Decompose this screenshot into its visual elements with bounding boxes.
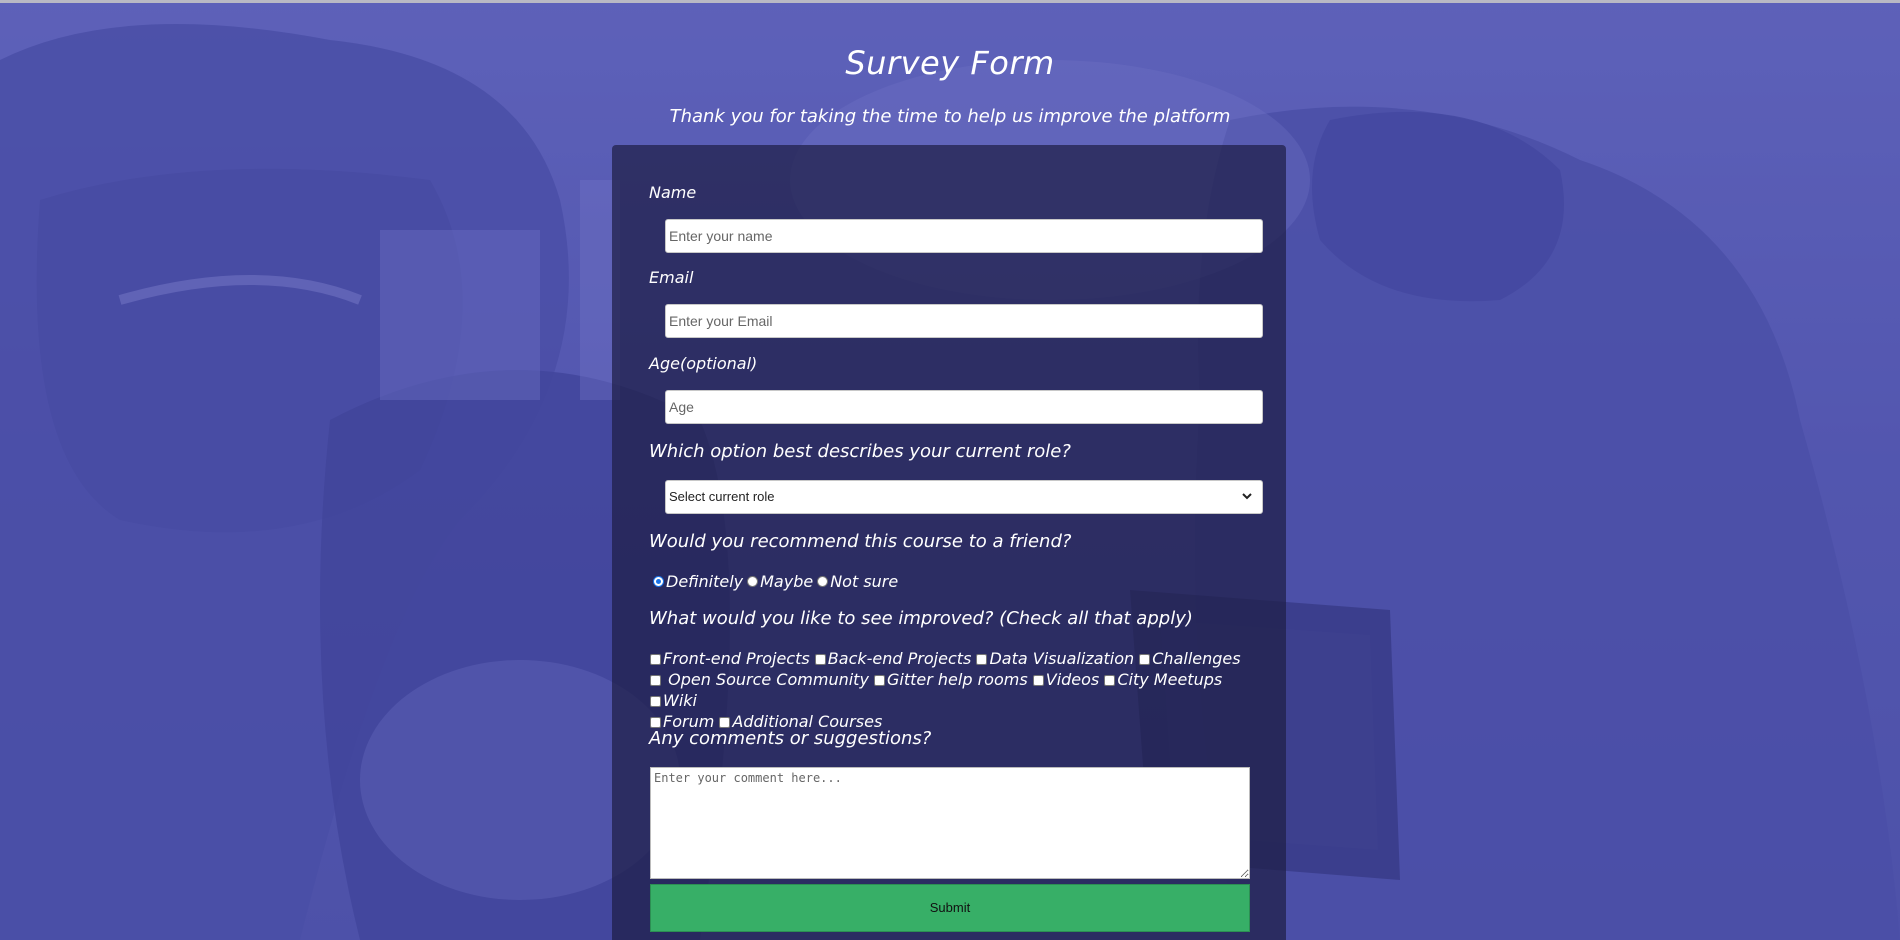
checkbox-option[interactable]: Back-end Projects bbox=[814, 649, 972, 668]
checkbox-label: Wiki bbox=[663, 691, 697, 710]
age-input[interactable] bbox=[665, 390, 1263, 424]
checkbox[interactable] bbox=[1032, 675, 1044, 686]
checkbox-label: Videos bbox=[1045, 670, 1100, 689]
role-select[interactable]: Select current role bbox=[665, 480, 1263, 514]
role-select-value: Select current role bbox=[669, 489, 775, 504]
checkbox[interactable] bbox=[814, 654, 826, 665]
checkbox-option[interactable]: Challenges bbox=[1139, 649, 1241, 668]
recommend-question-label: Would you recommend this course to a fri… bbox=[649, 531, 1072, 552]
checkbox-label: Data Visualization bbox=[989, 649, 1135, 668]
radio-option-not-sure[interactable]: Not sure bbox=[817, 572, 898, 591]
checkbox-label: City Meetups bbox=[1117, 670, 1223, 689]
age-label: Age(optional) bbox=[649, 354, 758, 373]
improve-question-label: What would you like to see improved? (Ch… bbox=[649, 608, 1193, 629]
name-input[interactable] bbox=[665, 219, 1263, 253]
radio-option-definitely[interactable]: Definitely bbox=[653, 572, 743, 591]
name-label: Name bbox=[649, 183, 697, 202]
page-title: Survey Form bbox=[845, 44, 1055, 82]
checkbox-label: Front-end Projects bbox=[663, 649, 810, 668]
radio-label: Definitely bbox=[666, 572, 744, 591]
radio-label: Not sure bbox=[830, 572, 899, 591]
checkbox-label: Open Source Community bbox=[668, 670, 869, 689]
email-label: Email bbox=[649, 268, 694, 287]
checkbox-option[interactable]: Gitter help rooms bbox=[874, 670, 1028, 689]
checkbox[interactable] bbox=[874, 675, 885, 686]
chevron-down-icon bbox=[1242, 493, 1252, 500]
checkbox-option[interactable]: Front-end Projects bbox=[650, 649, 810, 668]
radio-button-not-sure[interactable] bbox=[817, 576, 829, 587]
window-top-border bbox=[0, 0, 1900, 3]
improve-checkbox-group: Front-end Projects Back-end Projects Dat… bbox=[650, 648, 1250, 732]
checkbox[interactable] bbox=[650, 696, 661, 707]
checkbox-option[interactable]: Wiki bbox=[650, 691, 697, 710]
checkbox[interactable] bbox=[1139, 654, 1151, 665]
checkbox-label: Gitter help rooms bbox=[887, 670, 1028, 689]
email-input[interactable] bbox=[665, 304, 1263, 338]
checkbox-option[interactable]: City Meetups bbox=[1104, 670, 1222, 689]
comments-question-label: Any comments or suggestions? bbox=[649, 728, 932, 749]
checkbox[interactable] bbox=[1104, 675, 1116, 686]
checkbox-label: Challenges bbox=[1152, 649, 1241, 668]
recommend-radio-group: Definitely Maybe Not sure bbox=[653, 572, 902, 591]
checkbox-label: Back-end Projects bbox=[827, 649, 972, 668]
page-description: Thank you for taking the time to help us… bbox=[669, 106, 1231, 127]
checkbox-option[interactable]: Videos bbox=[1032, 670, 1100, 689]
checkbox[interactable] bbox=[719, 717, 731, 728]
radio-label: Maybe bbox=[760, 572, 814, 591]
checkbox-option[interactable]: Data Visualization bbox=[976, 649, 1134, 668]
role-question-label: Which option best describes your current… bbox=[649, 441, 1071, 462]
radio-button-definitely[interactable] bbox=[653, 576, 664, 587]
checkbox[interactable] bbox=[976, 654, 988, 665]
checkbox[interactable] bbox=[650, 717, 661, 728]
comments-textarea[interactable] bbox=[650, 767, 1250, 879]
radio-button-maybe[interactable] bbox=[747, 576, 759, 587]
submit-button[interactable]: Submit bbox=[650, 884, 1250, 932]
radio-option-maybe[interactable]: Maybe bbox=[747, 572, 813, 591]
checkbox[interactable] bbox=[650, 675, 661, 686]
checkbox[interactable] bbox=[650, 654, 661, 665]
